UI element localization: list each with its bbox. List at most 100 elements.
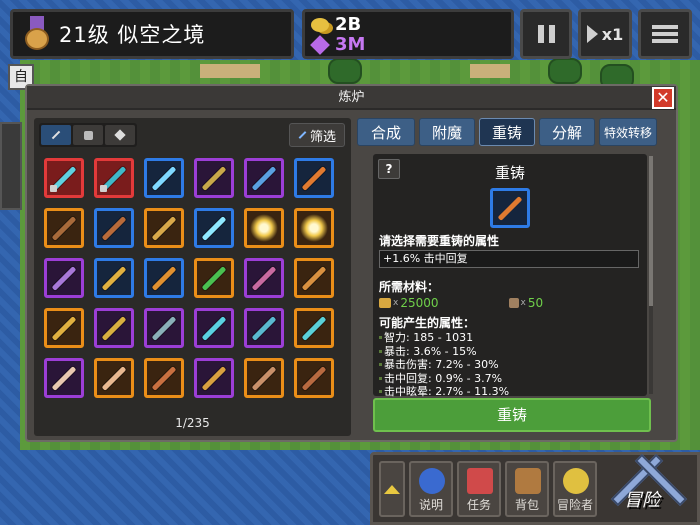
- level-panel[interactable]: 21级 似空之境: [10, 9, 294, 59]
- adventure-button[interactable]: 冒险: [610, 440, 700, 525]
- tab-enchant[interactable]: 附魔: [419, 118, 475, 146]
- speed-label: x1: [601, 24, 624, 44]
- arrow-up-icon: [384, 484, 400, 494]
- item-slot[interactable]: [94, 358, 134, 398]
- item-slot[interactable]: [44, 258, 84, 298]
- close-button[interactable]: ✕: [652, 87, 674, 109]
- item-slot[interactable]: [244, 208, 284, 248]
- selected-item[interactable]: [490, 188, 530, 228]
- item-slot[interactable]: [44, 158, 84, 198]
- tab-synthesize[interactable]: 合成: [357, 118, 415, 146]
- resource-panel: 2B 3M: [302, 9, 514, 59]
- action-pane: 合成 附魔 重铸 分解 特效转移 ? 重铸 请选择需要重铸的属性 +1.6% 击…: [357, 118, 672, 436]
- scroll-icon: [508, 298, 519, 308]
- item-slot[interactable]: [144, 208, 184, 248]
- gold-coin-icon: [311, 17, 329, 32]
- tab-armor[interactable]: [73, 125, 103, 145]
- help-nav-button[interactable]: 说明: [409, 461, 453, 517]
- reforge-button[interactable]: 重铸: [373, 398, 651, 432]
- world-path: [200, 64, 260, 78]
- lock-icon: [100, 185, 107, 192]
- gold-coin-icon: [379, 298, 391, 308]
- item-grid: [44, 158, 334, 398]
- tab-decompose[interactable]: 分解: [539, 118, 595, 146]
- play-icon: [586, 25, 598, 43]
- weapon-icon: [251, 165, 277, 191]
- item-slot[interactable]: [144, 358, 184, 398]
- weapon-icon: [201, 165, 227, 191]
- item-slot[interactable]: [294, 208, 334, 248]
- adventure-label: 冒险: [624, 490, 660, 511]
- item-slot[interactable]: [94, 208, 134, 248]
- item-slot[interactable]: [244, 308, 284, 348]
- expand-button[interactable]: [379, 461, 405, 517]
- item-slot[interactable]: [244, 258, 284, 298]
- furnace-dialog: 炼炉 ✕ 筛选 1/235 合成 附魔 重铸 分解 特效转移 ? 重铸 请选择需…: [25, 84, 678, 442]
- gem-icon: [310, 34, 330, 55]
- attribute-select[interactable]: +1.6% 击中回复: [379, 250, 639, 268]
- item-cost: 50: [527, 296, 544, 310]
- item-slot[interactable]: [194, 158, 234, 198]
- item-slot[interactable]: [44, 308, 84, 348]
- help-nav-label: 说明: [418, 498, 443, 512]
- gold-multiplier: x: [393, 298, 399, 308]
- burst-icon: [250, 214, 278, 242]
- weapon-icon: [101, 215, 127, 241]
- item-slot[interactable]: [244, 358, 284, 398]
- item-slot[interactable]: [244, 158, 284, 198]
- lock-icon: [50, 185, 57, 192]
- item-slot[interactable]: [294, 158, 334, 198]
- possible-label: 可能产生的属性：: [379, 316, 476, 330]
- scrollbar[interactable]: [649, 156, 653, 394]
- item-slot[interactable]: [294, 258, 334, 298]
- weapon-icon: [251, 265, 277, 291]
- side-strip[interactable]: [0, 122, 22, 210]
- possible-attr: 智力: 185 - 1031: [379, 331, 509, 345]
- category-tabs: [39, 123, 137, 147]
- reforge-title: 重铸: [494, 164, 525, 182]
- tab-reforge[interactable]: 重铸: [479, 118, 535, 146]
- select-attr-label: 请选择需要重铸的属性: [379, 234, 500, 248]
- item-slot[interactable]: [94, 158, 134, 198]
- list-menu-icon: [652, 25, 678, 43]
- item-slot[interactable]: [294, 308, 334, 348]
- speed-button[interactable]: x1: [578, 9, 632, 59]
- level-text: 21级 似空之境: [59, 23, 206, 47]
- gem-stone-icon: [114, 129, 126, 141]
- tab-gems[interactable]: [105, 125, 135, 145]
- item-slot[interactable]: [144, 158, 184, 198]
- backpack-button[interactable]: 背包: [505, 461, 549, 517]
- item-slot[interactable]: [194, 308, 234, 348]
- filter-button[interactable]: 筛选: [289, 123, 345, 147]
- gold-amount: 2B: [335, 14, 362, 35]
- tab-effect-transfer[interactable]: 特效转移: [599, 118, 657, 146]
- item-slot[interactable]: [144, 308, 184, 348]
- inventory-pane: 筛选 1/235: [34, 118, 351, 436]
- tab-weapons[interactable]: [41, 125, 71, 145]
- wand-icon: [298, 131, 307, 139]
- weapon-icon: [151, 365, 177, 391]
- item-slot[interactable]: [144, 258, 184, 298]
- item-slot[interactable]: [194, 258, 234, 298]
- weapon-icon: [151, 165, 177, 191]
- quest-button[interactable]: 任务: [457, 461, 501, 517]
- item-slot[interactable]: [94, 308, 134, 348]
- weapon-icon: [301, 365, 327, 391]
- menu-button[interactable]: [638, 9, 692, 59]
- pause-button[interactable]: [520, 9, 572, 59]
- item-slot[interactable]: [194, 208, 234, 248]
- armor-icon: [83, 130, 93, 140]
- action-tabs: 合成 附魔 重铸 分解 特效转移: [357, 118, 657, 146]
- adventurer-button[interactable]: 冒险者: [553, 461, 597, 517]
- adventurer-icon: [563, 468, 589, 494]
- item-slot[interactable]: [194, 358, 234, 398]
- item-slot[interactable]: [94, 258, 134, 298]
- quest-label: 任务: [466, 498, 491, 512]
- item-slot[interactable]: [294, 358, 334, 398]
- possible-attr: 击中眩晕: 2.7% - 11.3%: [379, 385, 509, 399]
- weapon-icon: [51, 215, 77, 241]
- dialog-title: 炼炉: [27, 86, 676, 110]
- adventurer-label: 冒险者: [556, 498, 593, 512]
- item-slot[interactable]: [44, 208, 84, 248]
- item-slot[interactable]: [44, 358, 84, 398]
